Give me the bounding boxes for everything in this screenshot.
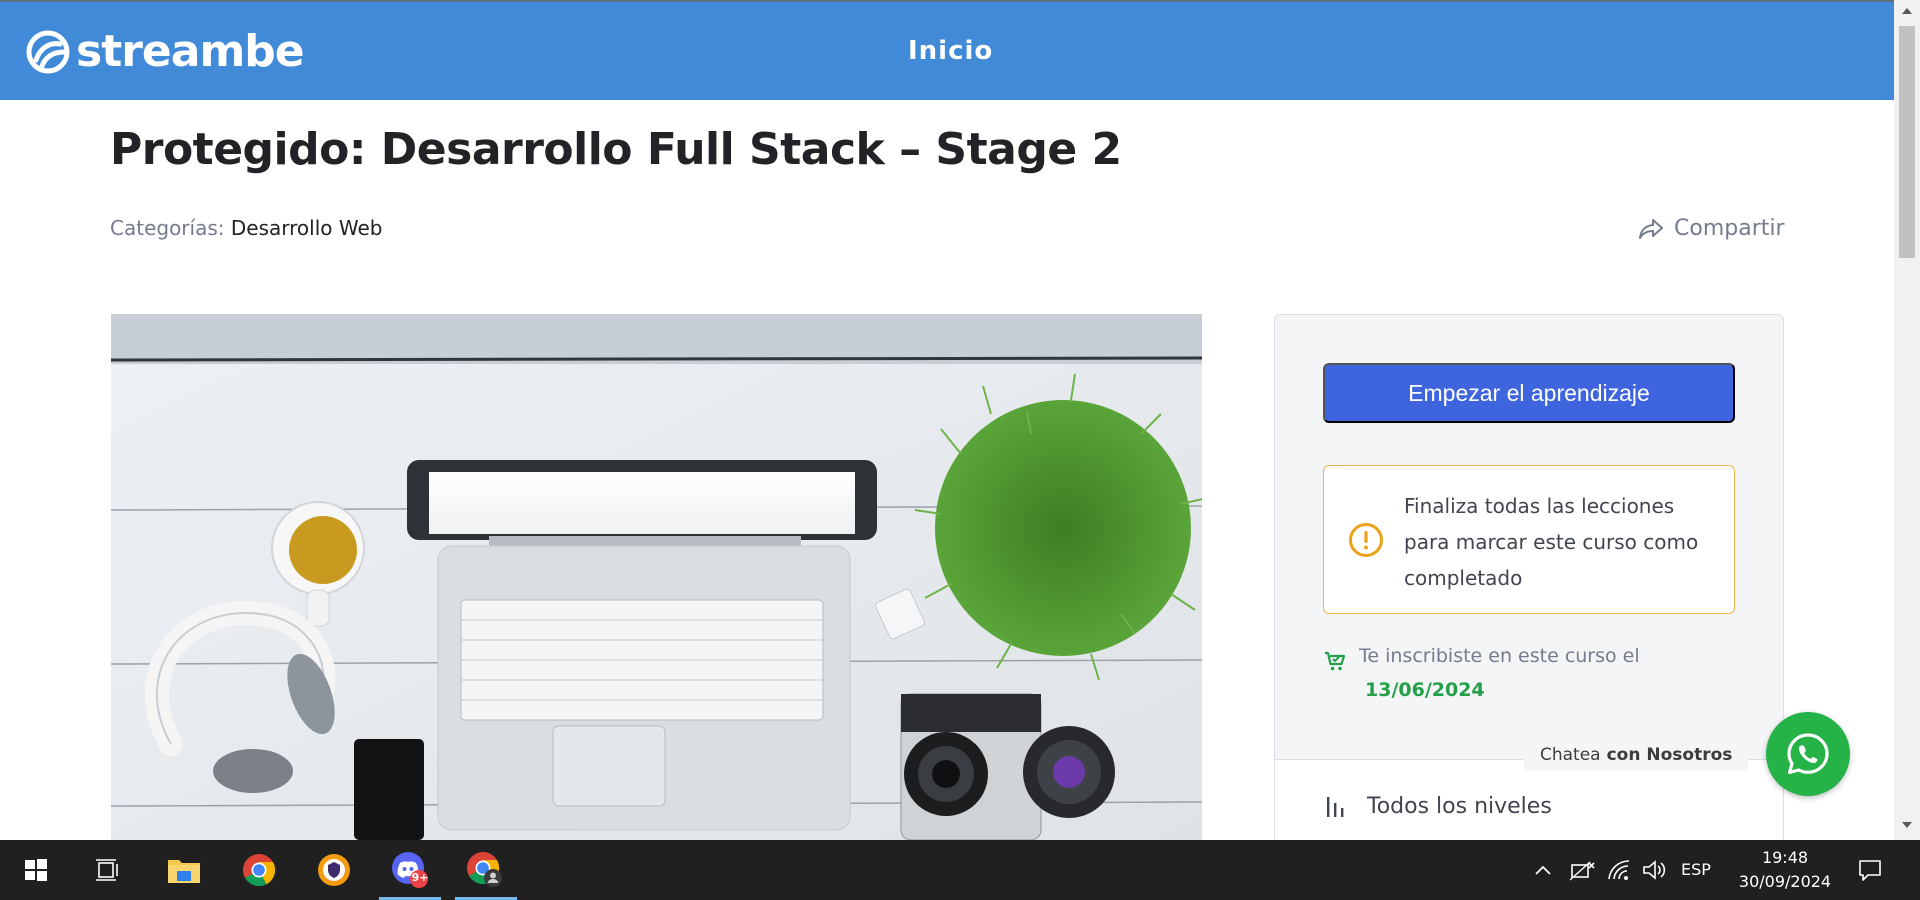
start-learning-button[interactable]: Empezar el aprendizaje <box>1323 363 1735 423</box>
course-categories: Categorías: Desarrollo Web <box>110 216 382 240</box>
windows-taskbar: 9+ ESP 19:48 30/09/2024 <box>0 840 1920 900</box>
course-level: Todos los niveles <box>1367 794 1552 819</box>
vpn-shield-icon[interactable] <box>314 850 354 890</box>
chrome-icon[interactable] <box>239 850 279 890</box>
logo-text: streambe <box>76 26 305 77</box>
taskbar-clock[interactable]: 19:48 30/09/2024 <box>1730 846 1840 894</box>
whatsapp-icon <box>1787 733 1829 774</box>
share-label: Compartir <box>1674 216 1785 241</box>
level-bars-icon <box>1327 797 1344 817</box>
completion-notice: Finaliza todas las lecciones para marcar… <box>1323 465 1735 614</box>
scroll-down-arrow-icon[interactable] <box>1902 822 1912 828</box>
discord-icon[interactable]: 9+ <box>390 850 430 890</box>
category-link[interactable]: Desarrollo Web <box>231 216 383 240</box>
course-thumbnail <box>111 314 1202 840</box>
categories-label: Categorías: <box>110 216 225 240</box>
scroll-up-arrow-icon[interactable] <box>1902 8 1912 14</box>
course-level-row: Todos los niveles <box>1275 760 1783 840</box>
notifications-icon[interactable] <box>1850 850 1890 890</box>
whatsapp-chat-button[interactable] <box>1766 712 1850 796</box>
file-explorer-icon[interactable] <box>164 850 204 890</box>
cart-check-icon <box>1325 651 1346 671</box>
page-scrollbar[interactable] <box>1894 0 1920 840</box>
streambe-logo-icon <box>26 30 70 74</box>
share-icon <box>1639 218 1663 239</box>
enrolled-date: 13/06/2024 <box>1365 679 1485 701</box>
site-header: streambe Inicio <box>0 0 1894 100</box>
volume-icon[interactable] <box>1634 850 1674 890</box>
streambe-logo[interactable]: streambe <box>26 26 305 77</box>
course-thumbnail-photo <box>111 314 1202 840</box>
chat-label-prefix: Chatea <box>1540 745 1601 765</box>
keyboard-language[interactable]: ESP <box>1681 860 1711 879</box>
network-disconnected-icon[interactable] <box>1562 850 1602 890</box>
share-button[interactable]: Compartir <box>1638 216 1785 241</box>
clock-time: 19:48 <box>1761 848 1809 867</box>
chrome-profile-icon[interactable] <box>465 850 505 890</box>
task-view-icon[interactable] <box>88 850 128 890</box>
notice-text: Finaliza todas las lecciones para marcar… <box>1404 494 1699 590</box>
enrolled-label: Te inscribiste en este curso el <box>1359 645 1640 667</box>
scroll-thumb[interactable] <box>1899 26 1915 258</box>
windows-start-icon[interactable] <box>16 850 56 890</box>
page-title: Protegido: Desarrollo Full Stack – Stage… <box>110 124 1122 175</box>
discord-badge: 9+ <box>411 871 429 884</box>
warning-circle-icon <box>1349 523 1383 557</box>
tray-chevron-up-icon[interactable] <box>1526 850 1560 890</box>
nav-home-link[interactable]: Inicio <box>908 36 993 66</box>
chat-label[interactable]: Chatea con Nosotros <box>1524 739 1749 771</box>
chat-label-bold: con Nosotros <box>1606 745 1733 765</box>
clock-date: 30/09/2024 <box>1738 872 1832 891</box>
